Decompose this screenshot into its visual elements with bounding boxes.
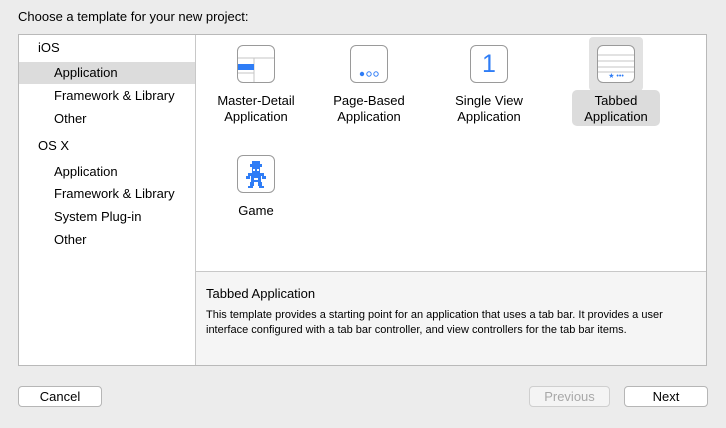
platform-sidebar: iOS Application Framework & Library Othe… <box>19 35 196 365</box>
sidebar-item-osx-framework-library[interactable]: Framework & Library <box>19 183 195 205</box>
game-icon <box>237 155 275 193</box>
template-label: Game <box>238 203 274 218</box>
template-label: Single View Application <box>455 93 523 124</box>
sidebar-item-osx-application[interactable]: Application <box>19 161 195 183</box>
master-detail-icon <box>237 45 275 83</box>
template-description: Tabbed Application This template provide… <box>196 271 706 365</box>
sidebar-item-ios-other[interactable]: Other <box>19 108 195 130</box>
dialog-heading: Choose a template for your new project: <box>18 9 249 24</box>
template-label: Tabbed Application <box>584 93 648 124</box>
template-single-view[interactable]: 1 Single View Application <box>442 35 536 133</box>
template-page-based[interactable]: Page-Based Application <box>322 35 416 133</box>
sidebar-item-osx-system-plugin[interactable]: System Plug-in <box>19 206 195 228</box>
description-title: Tabbed Application <box>206 286 316 301</box>
template-area: Master-Detail Application Page-Based App… <box>196 35 706 365</box>
sidebar-item-ios-framework-library[interactable]: Framework & Library <box>19 85 195 107</box>
template-label: Master-Detail Application <box>217 93 295 124</box>
template-game[interactable]: Game <box>209 145 303 243</box>
cancel-button[interactable]: Cancel <box>18 386 102 407</box>
previous-button[interactable]: Previous <box>529 386 610 407</box>
next-button[interactable]: Next <box>624 386 708 407</box>
template-master-detail[interactable]: Master-Detail Application <box>209 35 303 133</box>
template-tabbed[interactable]: ★ ••• Tabbed Application <box>569 35 663 133</box>
page-based-icon <box>350 45 388 83</box>
sidebar-item-ios-application[interactable]: Application <box>19 62 195 84</box>
single-view-icon: 1 <box>470 45 508 83</box>
tabbed-icon: ★ ••• <box>597 45 635 83</box>
template-grid: Master-Detail Application Page-Based App… <box>196 35 706 271</box>
template-chooser-panel: iOS Application Framework & Library Othe… <box>18 34 707 366</box>
sidebar-group-ios: iOS <box>38 40 60 55</box>
sidebar-group-osx: OS X <box>38 138 70 153</box>
sidebar-item-osx-other[interactable]: Other <box>19 229 195 251</box>
description-text: This template provides a starting point … <box>206 309 663 336</box>
template-label: Page-Based Application <box>333 93 405 124</box>
